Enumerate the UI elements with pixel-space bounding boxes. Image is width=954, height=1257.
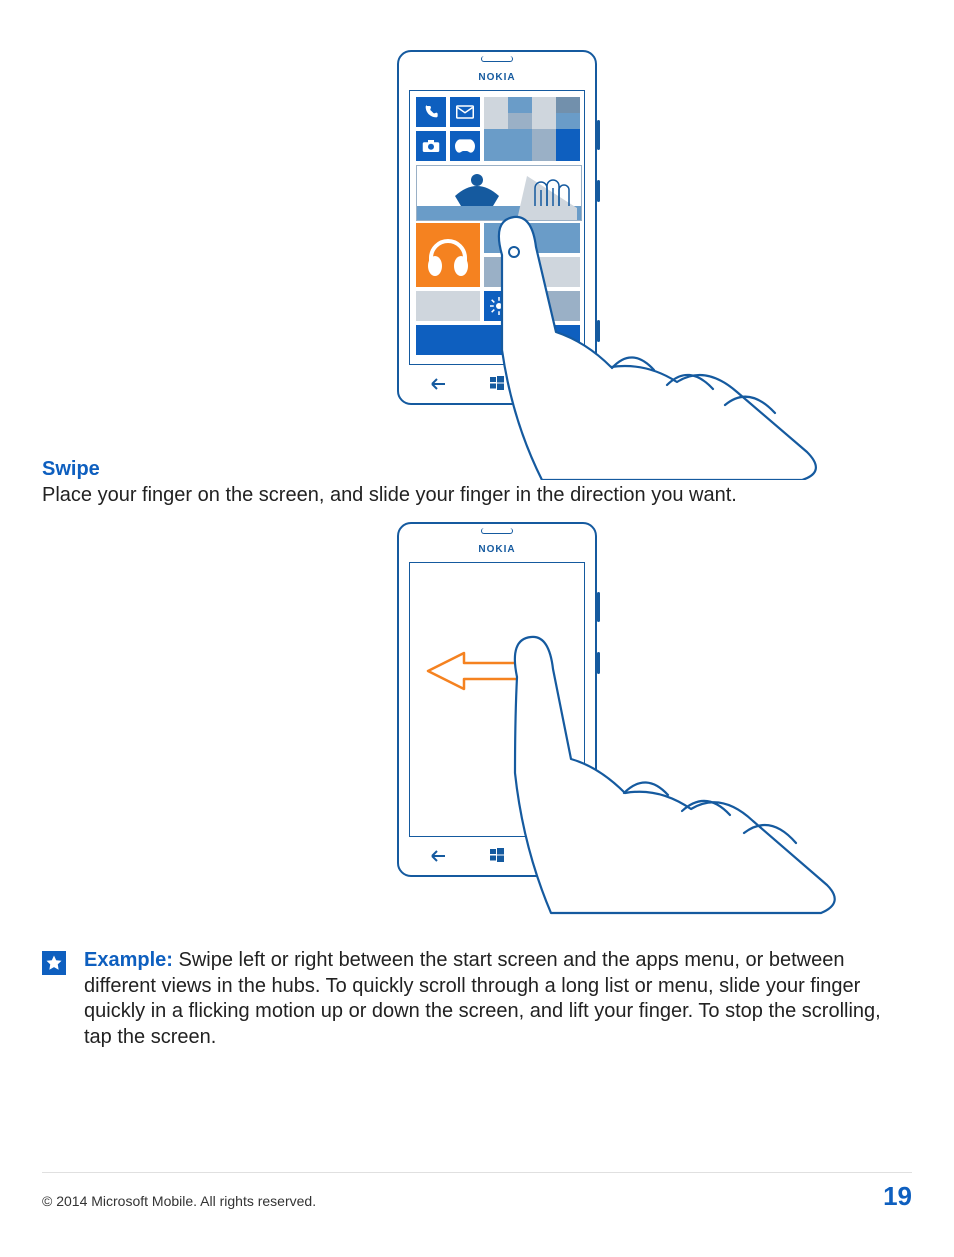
section-body-swipe: Place your finger on the screen, and sli… xyxy=(42,483,912,508)
phone-illustration-swipe: NOKIA xyxy=(397,522,597,877)
star-icon xyxy=(45,954,63,972)
phone-brand-label: NOKIA xyxy=(397,72,597,83)
phone-icon xyxy=(423,104,439,120)
example-label: Example: xyxy=(84,949,173,971)
tile-phone xyxy=(416,97,446,127)
photo-silhouette-icon xyxy=(417,166,581,220)
swipe-left-arrow xyxy=(424,651,544,691)
example-text: Example: Swipe left or right between the… xyxy=(84,948,912,1050)
tile-camera xyxy=(416,131,446,161)
section-heading-swipe: Swipe xyxy=(42,458,912,481)
tile-mail xyxy=(450,97,480,127)
star-badge-icon xyxy=(42,951,66,975)
footer-copyright: © 2014 Microsoft Mobile. All rights rese… xyxy=(42,1193,316,1209)
tile-placeholder xyxy=(484,223,580,253)
tile-games xyxy=(450,131,480,161)
tile-music xyxy=(416,223,480,287)
page-number: 19 xyxy=(883,1183,912,1209)
example-callout: Example: Swipe left or right between the… xyxy=(42,948,912,1050)
back-arrow-icon xyxy=(409,849,468,866)
tile-placeholder xyxy=(416,325,580,355)
tile-placeholder xyxy=(534,257,580,287)
gear-icon xyxy=(490,297,508,315)
tile-mosaic xyxy=(484,97,580,161)
example-body: Swipe left or right between the start sc… xyxy=(84,949,881,1048)
games-icon xyxy=(455,139,475,153)
page-footer: © 2014 Microsoft Mobile. All rights rese… xyxy=(42,1172,912,1209)
phone-brand-label: NOKIA xyxy=(397,544,597,555)
tile-photo xyxy=(416,165,582,221)
camera-icon xyxy=(422,139,440,153)
windows-icon xyxy=(468,848,527,866)
back-arrow-icon xyxy=(409,377,468,394)
tile-settings xyxy=(484,291,514,321)
tile-placeholder xyxy=(416,291,480,321)
tile-placeholder xyxy=(518,291,580,321)
mail-icon xyxy=(456,105,474,119)
headphones-icon xyxy=(423,230,473,280)
phone-illustration-tiles: NOKIA xyxy=(397,50,597,405)
windows-icon xyxy=(468,376,527,394)
tile-placeholder xyxy=(484,257,530,287)
search-icon xyxy=(526,848,585,866)
